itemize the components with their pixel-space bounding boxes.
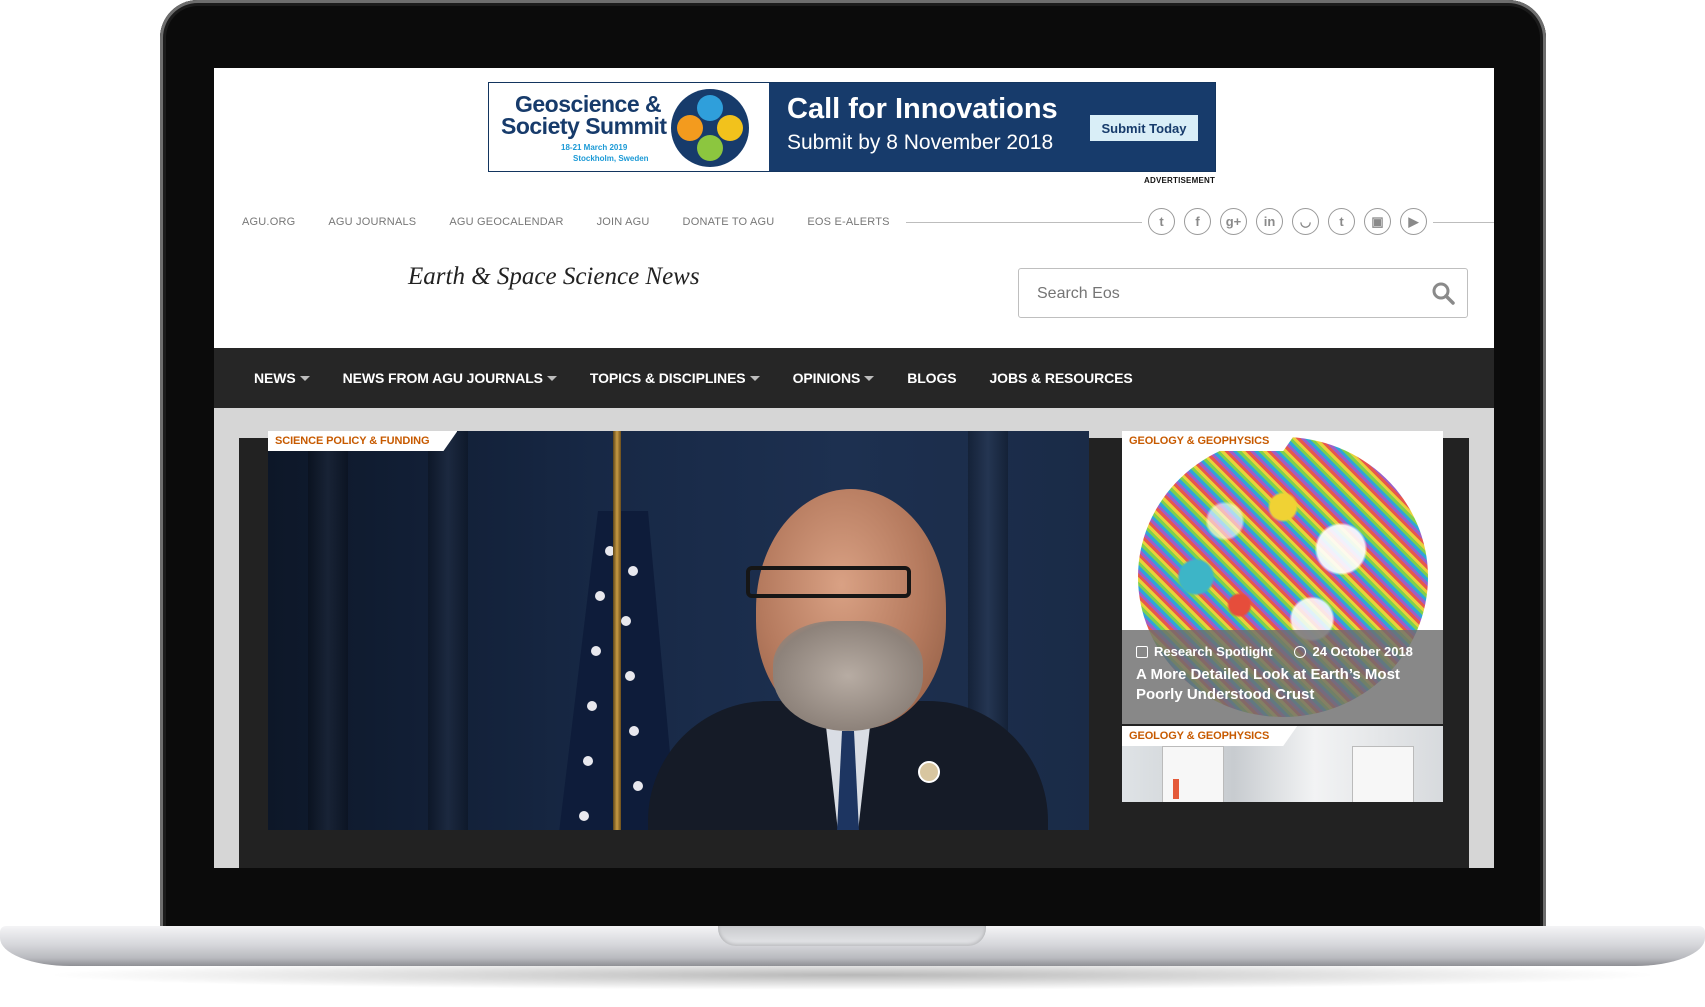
ad-headline: Call for Innovations: [787, 93, 1058, 125]
card-category-tag[interactable]: GEOLOGY & GEOPHYSICS: [1122, 726, 1297, 746]
ad-left-panel: Geoscience & Society Summit 18-21 March …: [489, 83, 769, 171]
util-link-donate[interactable]: DONATE TO AGU: [683, 216, 775, 228]
chevron-down-icon: [546, 375, 557, 381]
hero-story-image[interactable]: [268, 431, 1089, 830]
nav-news-from-agu-journals[interactable]: NEWS FROM AGU JOURNALS: [343, 370, 557, 386]
poster-image: [1162, 746, 1224, 802]
site-tagline[interactable]: Earth & Space Science News: [408, 263, 700, 291]
ad-location: Stockholm, Sweden: [573, 154, 649, 163]
twitter-icon[interactable]: t: [1148, 208, 1175, 235]
card-overlay: Research Spotlight 24 October 2018 A Mor…: [1122, 630, 1443, 724]
flag-pole: [613, 431, 621, 830]
chevron-down-icon: [864, 375, 875, 381]
lapel-pin: [918, 761, 940, 783]
nav-blogs-label: BLOGS: [907, 370, 957, 386]
hero-category-tag[interactable]: SCIENCE POLICY & FUNDING: [268, 431, 457, 451]
google-plus-icon[interactable]: g+: [1220, 208, 1247, 235]
nav-jobs-resources[interactable]: JOBS & RESOURCES: [990, 370, 1133, 386]
nav-blogs[interactable]: BLOGS: [907, 370, 956, 386]
tumblr-icon[interactable]: t: [1328, 208, 1355, 235]
facebook-icon[interactable]: f: [1184, 208, 1211, 235]
nav-news[interactable]: NEWS: [254, 370, 310, 386]
card-meta: Research Spotlight 24 October 2018: [1136, 644, 1413, 659]
nav-opinions[interactable]: OPINIONS: [793, 370, 875, 386]
social-links: t f g+ in ◡ t ▣ ▶: [1142, 208, 1433, 235]
youtube-icon[interactable]: ▶: [1400, 208, 1427, 235]
browser-viewport: Geoscience & Society Summit 18-21 March …: [214, 68, 1494, 868]
chevron-down-icon: [299, 375, 310, 381]
newspaper-icon: [1136, 645, 1148, 658]
instagram-icon[interactable]: ▣: [1364, 208, 1391, 235]
story-card[interactable]: Research Spotlight 24 October 2018 A Mor…: [1122, 431, 1443, 724]
curtain-fold: [308, 431, 348, 830]
laptop-notch: [718, 926, 986, 946]
rss-icon[interactable]: ◡: [1292, 208, 1319, 235]
curtain-fold: [428, 431, 468, 830]
nav-jobs-label: JOBS & RESOURCES: [989, 370, 1133, 386]
util-link-agu-geocalendar[interactable]: AGU GEOCALENDAR: [449, 216, 563, 228]
ad-subheadline: Submit by 8 November 2018: [787, 131, 1054, 154]
search-icon[interactable]: [1431, 281, 1455, 305]
ad-banner[interactable]: Geoscience & Society Summit 18-21 March …: [488, 82, 1216, 172]
ad-label: ADVERTISEMENT: [1144, 176, 1216, 185]
util-link-agu-org[interactable]: AGU.ORG: [242, 216, 295, 228]
ad-dates: 18-21 March 2019: [561, 143, 628, 152]
nav-journals-label: NEWS FROM AGU JOURNALS: [342, 370, 543, 386]
nav-topics-label: TOPICS & DISCIPLINES: [589, 370, 746, 386]
main-nav: NEWS NEWS FROM AGU JOURNALS TOPICS & DIS…: [214, 348, 1494, 408]
util-link-agu-journals[interactable]: AGU JOURNALS: [328, 216, 416, 228]
clock-icon: [1294, 645, 1307, 658]
chevron-down-icon: [749, 375, 760, 381]
ad-title-line2: Society Summit: [501, 113, 667, 139]
linkedin-icon[interactable]: in: [1256, 208, 1283, 235]
speaker-beard: [773, 621, 923, 731]
summit-logo-icon: [671, 89, 749, 167]
ad-submit-button[interactable]: Submit Today: [1090, 115, 1198, 141]
search-input[interactable]: [1035, 281, 1399, 307]
ad-right-panel: Call for Innovations Submit by 8 Novembe…: [769, 83, 1215, 171]
speaker-glasses: [746, 566, 911, 598]
card-category-tag[interactable]: GEOLOGY & GEOPHYSICS: [1122, 431, 1297, 451]
card-date: 24 October 2018: [1312, 644, 1413, 659]
card-title[interactable]: A More Detailed Look at Earth’s Most Poo…: [1136, 665, 1426, 705]
util-nav: AGU.ORG AGU JOURNALS AGU GEOCALENDAR JOI…: [214, 212, 906, 232]
poster-image: [1352, 746, 1414, 802]
nav-news-label: NEWS: [254, 370, 296, 386]
nav-opinions-label: OPINIONS: [792, 370, 861, 386]
util-link-join-agu[interactable]: JOIN AGU: [597, 216, 650, 228]
nav-topics-disciplines[interactable]: TOPICS & DISCIPLINES: [590, 370, 760, 386]
util-link-eos-e-alerts[interactable]: EOS E-ALERTS: [807, 216, 889, 228]
search-box: [1018, 268, 1468, 318]
card-type: Research Spotlight: [1154, 644, 1273, 659]
